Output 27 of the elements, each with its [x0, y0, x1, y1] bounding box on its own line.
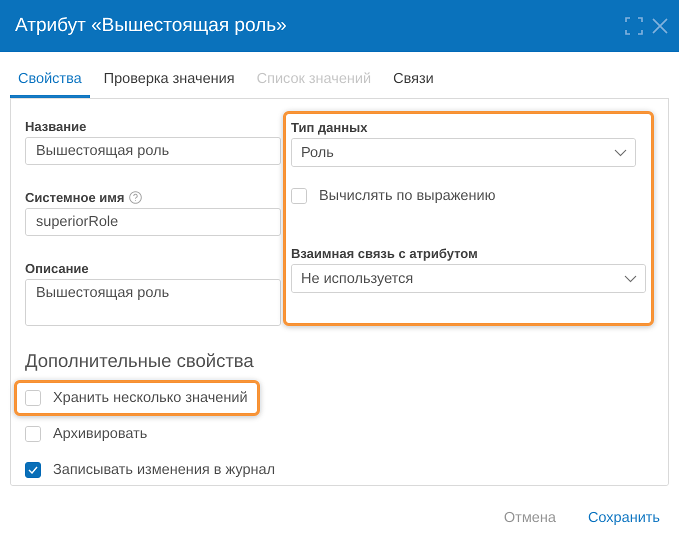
tab[interactable]: Свойства [10, 67, 90, 98]
checkbox-label: Вычислять по выражению [319, 188, 496, 204]
help-icon[interactable] [129, 191, 142, 204]
field-label: Описание [25, 261, 90, 276]
save-button[interactable]: Сохранить [588, 510, 660, 526]
checkbox[interactable] [25, 462, 41, 478]
check-icon [28, 466, 38, 474]
field-label: Взаимная связь с атрибутом [291, 246, 478, 261]
expand-icon[interactable] [625, 17, 643, 35]
section-heading: Дополнительные свойства [25, 350, 255, 372]
tab[interactable]: Связи [385, 67, 442, 98]
tab[interactable]: Проверка значения [96, 67, 243, 98]
field-label: Системное имя [25, 190, 281, 205]
field-label: Тип данных [291, 120, 368, 135]
checkbox-label: Хранить несколько значений [53, 390, 248, 406]
select-field[interactable]: Не используется [291, 264, 646, 293]
input-field[interactable]: superiorRole [25, 208, 281, 236]
select-field[interactable]: Роль [291, 138, 636, 167]
checkbox-label: Архивировать [53, 426, 148, 442]
textarea-field[interactable]: Вышестоящая роль [25, 279, 281, 326]
chevron-down-icon [624, 274, 637, 282]
field-label: Название [25, 119, 88, 134]
checkbox-label: Записывать изменения в журнал [53, 462, 276, 478]
chevron-down-icon [614, 148, 627, 156]
window-title: Атрибут «Вышестоящая роль» [15, 15, 288, 37]
input-field[interactable]: Вышестоящая роль [25, 137, 281, 165]
close-icon[interactable] [651, 17, 669, 35]
